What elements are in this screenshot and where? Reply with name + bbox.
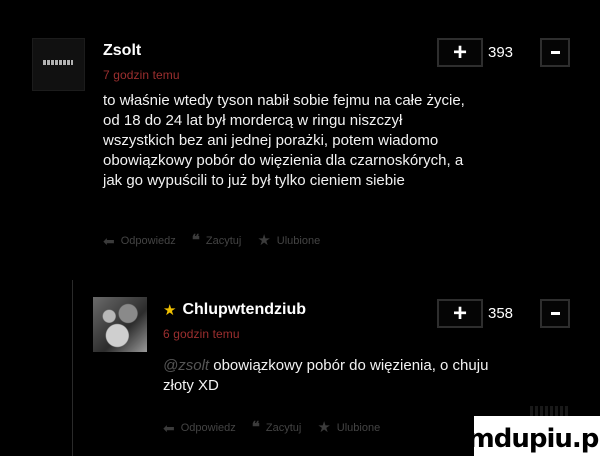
- star-icon: ★: [257, 232, 271, 249]
- comment-line: wszystkich bez ani jednej porażki, potem…: [103, 132, 439, 149]
- reply-button[interactable]: ⬅ Odpowiedz: [163, 421, 236, 435]
- quote-label: Zacytuj: [205, 234, 242, 247]
- comment-header: ★ Chlupwtendziub: [163, 301, 306, 319]
- quote-button[interactable]: ❝ Zacytuj: [192, 233, 242, 248]
- minus-icon: [550, 51, 560, 54]
- avatar[interactable]: [32, 38, 85, 91]
- comment-line: od 18 do 24 lat był mordercą w ringu nis…: [103, 112, 403, 129]
- favorite-label: Ulubione: [336, 421, 381, 434]
- upvote-button[interactable]: +: [437, 299, 483, 328]
- comment-line: złoty XD: [163, 377, 219, 394]
- comment-body: @zsolt obowiązkowy pobór do więzienia, o…: [163, 356, 583, 396]
- quote-icon: ❝: [251, 418, 260, 436]
- star-icon: ★: [317, 419, 331, 436]
- comment-actions: ⬅ Odpowiedz ❝ Zacytuj ★ Ulubione: [163, 420, 396, 436]
- comment-actions: ⬅ Odpowiedz ❝ Zacytuj ★ Ulubione: [103, 233, 336, 249]
- quote-label: Zacytuj: [265, 421, 302, 434]
- comment-author[interactable]: Chlupwtendziub: [182, 301, 306, 319]
- comment-line: obowiązkowy pobór do więzienia dla czarn…: [103, 152, 464, 169]
- comment-score: 393: [488, 44, 514, 61]
- downvote-button[interactable]: [540, 299, 570, 328]
- comment-time: 7 godzin temu: [103, 68, 180, 82]
- reply-label: Odpowiedz: [180, 421, 236, 434]
- avatar[interactable]: [93, 297, 147, 352]
- reply-arrow-icon: ⬅: [103, 232, 115, 249]
- comment-author[interactable]: Zsolt: [103, 42, 141, 60]
- comment-line: to właśnie wtedy tyson nabił sobie fejmu…: [103, 92, 465, 109]
- minus-icon: [550, 312, 560, 315]
- quote-icon: ❝: [191, 231, 200, 249]
- reply-arrow-icon: ⬅: [163, 419, 175, 436]
- comment-body: to właśnie wtedy tyson nabił sobie fejmu…: [103, 91, 583, 191]
- favorite-button[interactable]: ★ Ulubione: [257, 233, 320, 248]
- watermark-text: mdupiu.pl: [467, 424, 600, 454]
- favorite-label: Ulubione: [276, 234, 321, 247]
- mention-link[interactable]: @zsolt: [163, 357, 209, 374]
- downvote-button[interactable]: [540, 38, 570, 67]
- site-watermark: mdupiu.pl: [468, 416, 600, 456]
- comment-line: jak go wypuścili to już był tylko cienie…: [103, 172, 405, 189]
- star-badge-icon: ★: [163, 302, 177, 319]
- comment-line: @zsolt obowiązkowy pobór do więzienia, o…: [163, 356, 583, 376]
- comment-time: 6 godzin temu: [163, 327, 240, 341]
- avatar-logo: [43, 60, 73, 65]
- reply-button[interactable]: ⬅ Odpowiedz: [103, 234, 176, 248]
- comment-text: obowiązkowy pobór do więzienia, o chuju: [213, 357, 489, 374]
- reply-label: Odpowiedz: [120, 234, 176, 247]
- favorite-button[interactable]: ★ Ulubione: [317, 420, 380, 435]
- upvote-button[interactable]: +: [437, 38, 483, 67]
- quote-button[interactable]: ❝ Zacytuj: [252, 420, 302, 435]
- thread-line: [72, 280, 73, 456]
- comment-score: 358: [488, 305, 514, 322]
